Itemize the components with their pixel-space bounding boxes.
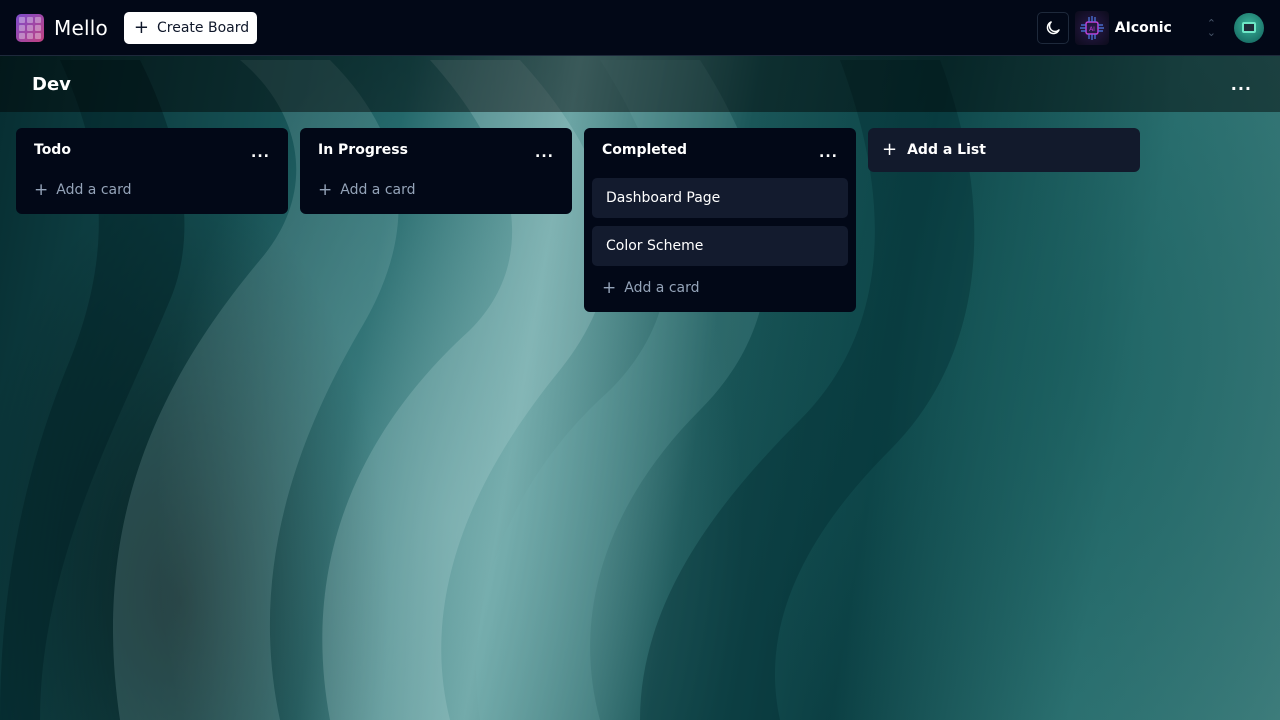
board-header: Dev ... xyxy=(0,56,1280,112)
create-board-button[interactable]: + Create Board xyxy=(123,11,258,44)
create-board-label: Create Board xyxy=(157,19,250,36)
plus-icon: + xyxy=(133,16,150,38)
app-name[interactable]: Mello xyxy=(54,16,108,40)
board-title: Dev xyxy=(32,73,71,95)
org-name: AIconic xyxy=(1114,19,1172,36)
list-header: Completed ... xyxy=(592,136,848,164)
list-todo[interactable]: Todo ... + Add a card xyxy=(16,128,288,214)
add-card-button[interactable]: + Add a card xyxy=(308,174,564,206)
avatar-icon xyxy=(1242,22,1256,33)
navbar-right: AI AIconic ⌃ ⌄ xyxy=(1036,10,1264,45)
card-item[interactable]: Color Scheme xyxy=(592,226,848,266)
board-grid-icon[interactable] xyxy=(16,13,44,42)
svg-text:AI: AI xyxy=(1089,26,1095,33)
add-card-button[interactable]: + Add a card xyxy=(592,272,848,304)
add-list-label: Add a List xyxy=(907,142,986,158)
add-card-label: Add a card xyxy=(624,280,700,296)
list-title[interactable]: Completed xyxy=(602,142,687,158)
add-card-label: Add a card xyxy=(56,182,132,198)
list-title[interactable]: In Progress xyxy=(318,142,408,158)
list-title[interactable]: Todo xyxy=(34,142,71,158)
org-switcher[interactable]: AI AIconic ⌃ ⌄ xyxy=(1074,10,1234,45)
top-navbar: Mello + Create Board AI AIconic ⌃ ⌄ xyxy=(0,0,1280,56)
list-menu-button[interactable]: ... xyxy=(251,145,270,161)
list-header: Todo ... xyxy=(24,136,280,164)
plus-icon: + xyxy=(882,139,898,160)
list-menu-button[interactable]: ... xyxy=(819,145,838,161)
list-menu-button[interactable]: ... xyxy=(535,145,554,161)
list-completed[interactable]: Completed ... Dashboard Page Color Schem… xyxy=(584,128,856,312)
moon-icon xyxy=(1046,20,1060,34)
user-avatar[interactable] xyxy=(1234,12,1264,43)
plus-icon: + xyxy=(318,179,333,200)
card-list: Dashboard Page Color Scheme xyxy=(592,178,848,266)
add-list-button[interactable]: + Add a List xyxy=(868,128,1140,172)
add-card-label: Add a card xyxy=(340,182,416,198)
plus-icon: + xyxy=(602,277,617,298)
list-in-progress[interactable]: In Progress ... + Add a card xyxy=(300,128,572,214)
plus-icon: + xyxy=(34,179,49,200)
add-card-button[interactable]: + Add a card xyxy=(24,174,280,206)
chevrons-up-down-icon: ⌃ ⌄ xyxy=(1206,16,1216,39)
board-lists: Todo ... + Add a card In Progress ... + … xyxy=(16,128,1140,312)
card-item[interactable]: Dashboard Page xyxy=(592,178,848,218)
board-menu-button[interactable]: ... xyxy=(1231,75,1252,94)
org-logo-icon: AI xyxy=(1074,10,1109,45)
list-header: In Progress ... xyxy=(308,136,564,164)
theme-toggle-button[interactable] xyxy=(1036,11,1069,44)
